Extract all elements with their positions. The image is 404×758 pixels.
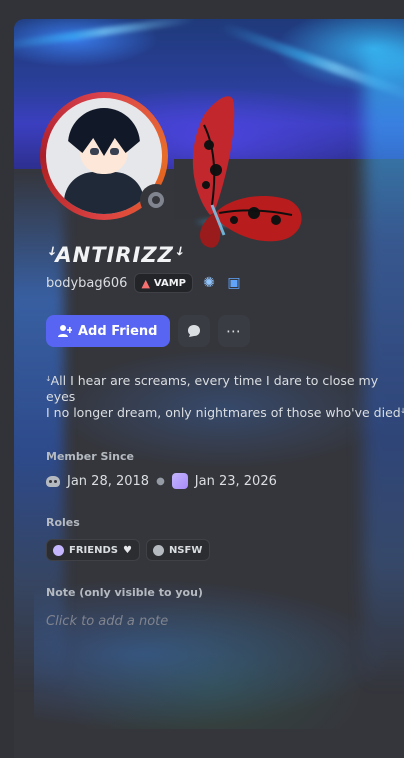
- discord-join-date: Jan 28, 2018: [67, 473, 150, 489]
- server-tag[interactable]: ▲ VAMP: [134, 273, 193, 293]
- member-since-row: Jan 28, 2018 ● Jan 23, 2026: [46, 473, 277, 489]
- roles-list: FRIENDS ♥ NSFW: [46, 539, 211, 561]
- role-pill-friends[interactable]: FRIENDS ♥: [46, 539, 140, 561]
- avatar-eye: [90, 148, 99, 155]
- add-friend-icon: [58, 325, 72, 337]
- role-label: NSFW: [168, 544, 203, 556]
- avatar-hoodie: [64, 172, 144, 214]
- background-haze: [34, 579, 394, 729]
- chat-bubble-icon: [187, 325, 200, 337]
- role-color-dot: [53, 544, 64, 556]
- gift-icon[interactable]: ▣: [225, 274, 243, 292]
- username[interactable]: bodybag606: [46, 276, 127, 291]
- username-row: bodybag606 ▲ VAMP ✺ ▣: [46, 272, 243, 294]
- note-input[interactable]: Click to add a note: [46, 614, 168, 629]
- role-color-dot: [152, 544, 164, 556]
- profile-actions: Add Friend ⋯: [46, 315, 250, 347]
- server-join-date: Jan 23, 2026: [194, 473, 277, 489]
- role-pill-nsfw[interactable]: NSFW: [145, 539, 211, 561]
- status-ring-icon: [148, 192, 164, 208]
- role-label: FRIENDS: [69, 544, 118, 556]
- server-tag-label: VAMP: [153, 277, 186, 289]
- more-button[interactable]: ⋯: [217, 315, 250, 347]
- blood-drop-icon: ▲: [141, 276, 150, 290]
- message-button[interactable]: [177, 315, 210, 347]
- separator-dot: ●: [156, 475, 165, 487]
- roles-title: Roles: [46, 516, 80, 529]
- discord-icon: [46, 475, 60, 487]
- bio-line: I no longer dream, only nightmares of th…: [46, 405, 404, 420]
- server-icon: [171, 473, 188, 489]
- display-name: ꜜANTIRIZZꜜ: [46, 243, 184, 267]
- app-canvas: ꜜANTIRIZZꜜ bodybag606 ▲ VAMP ✺ ▣ Add Fri…: [0, 0, 404, 758]
- bio-line: ꜜAll I hear are screams, every time I da…: [46, 373, 379, 388]
- butterfly-icon: [192, 96, 302, 248]
- member-since-title: Member Since: [46, 450, 134, 463]
- note-title: Note (only visible to you): [46, 586, 203, 599]
- heart-icon: ♥: [122, 544, 132, 556]
- add-friend-label: Add Friend: [78, 323, 158, 339]
- bio-line: eyes: [46, 389, 76, 404]
- nitro-boost-icon[interactable]: ✺: [200, 274, 218, 292]
- add-friend-button[interactable]: Add Friend: [46, 315, 170, 347]
- bio: ꜜAll I hear are screams, every time I da…: [46, 373, 404, 421]
- more-icon: ⋯: [226, 322, 241, 340]
- avatar-eye: [110, 148, 119, 155]
- avatar[interactable]: [40, 92, 172, 220]
- profile-popout: ꜜANTIRIZZꜜ bodybag606 ▲ VAMP ✺ ▣ Add Fri…: [14, 19, 404, 758]
